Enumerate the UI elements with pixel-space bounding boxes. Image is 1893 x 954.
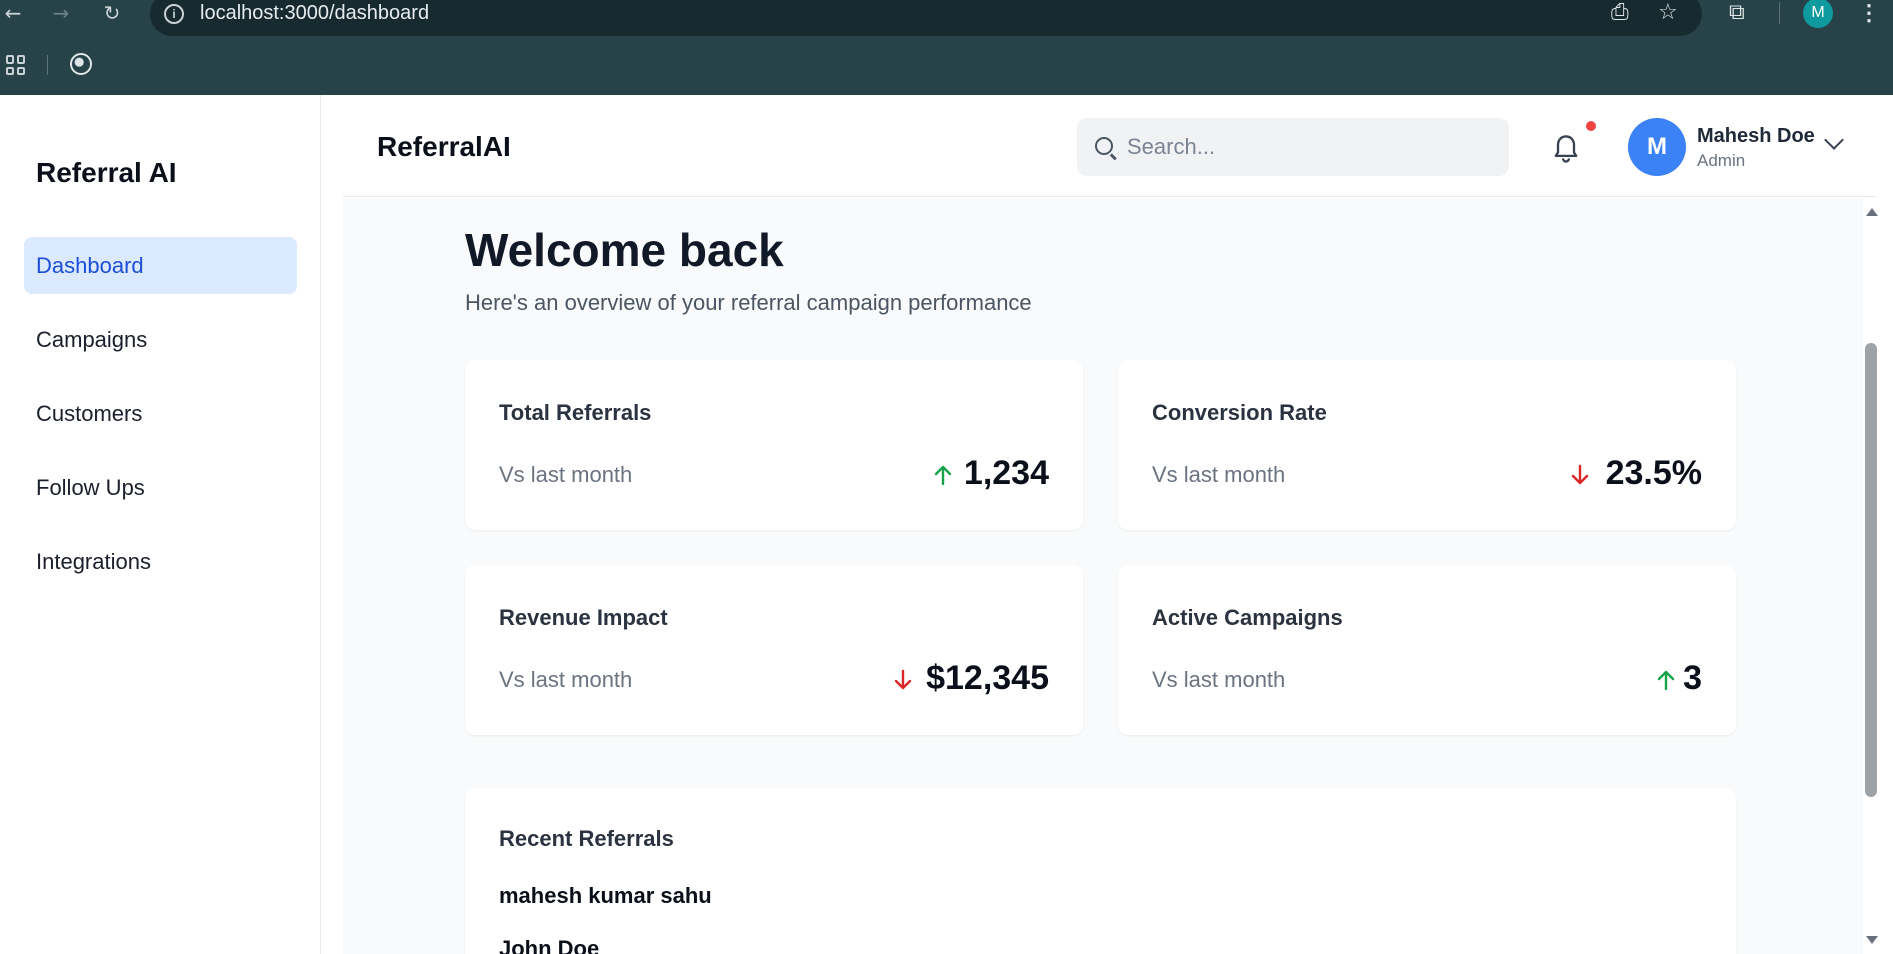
sidebar-brand: Referral AI (36, 157, 177, 188)
stat-comparison: Vs last month (1152, 667, 1286, 692)
notification-dot (1586, 121, 1596, 131)
search-icon (1095, 137, 1113, 155)
user-avatar[interactable]: M (1628, 118, 1686, 176)
recent-referrals-title: Recent Referrals (499, 826, 674, 851)
bookmark-star-icon[interactable]: ☆ (1658, 0, 1678, 25)
stat-value: $12,345 (926, 659, 1049, 697)
stat-comparison: Vs last month (499, 667, 633, 692)
toolbar-divider (1779, 2, 1780, 24)
user-role: Admin (1697, 151, 1746, 170)
trend-down-icon (1571, 464, 1589, 485)
stat-title: Active Campaigns (1152, 605, 1343, 630)
list-item[interactable]: mahesh kumar sahu (499, 883, 712, 909)
stat-card-conversion-rate: Conversion Rate Vs last month 23.5% (1118, 360, 1736, 530)
chevron-down-icon[interactable] (1824, 130, 1844, 150)
search-box[interactable] (1077, 118, 1509, 176)
globe-icon[interactable] (70, 53, 92, 75)
trend-up-icon (1657, 670, 1675, 691)
stat-title: Revenue Impact (499, 605, 668, 630)
app-page: Referral AI Dashboard Campaigns Customer… (0, 95, 1893, 954)
site-info-icon[interactable]: i (164, 4, 184, 24)
list-item[interactable]: John Doe (499, 936, 599, 954)
extensions-icon[interactable]: ⧉ (1729, 0, 1745, 25)
sidebar-item-integrations[interactable]: Integrations (24, 533, 297, 590)
back-icon[interactable]: ← (0, 0, 26, 26)
recent-referrals-card: Recent Referrals mahesh kumar sahu John … (465, 788, 1736, 954)
stat-card-active-campaigns: Active Campaigns Vs last month 3 (1118, 565, 1736, 735)
notification-bell-icon[interactable] (1552, 133, 1580, 165)
trend-down-icon (894, 669, 912, 690)
sidebar-item-campaigns[interactable]: Campaigns (24, 311, 297, 368)
stat-value: 1,234 (963, 454, 1049, 492)
apps-grid-icon[interactable] (6, 55, 26, 75)
stat-card-total-referrals: Total Referrals Vs last month 1,234 (465, 360, 1083, 530)
stat-title: Conversion Rate (1152, 400, 1327, 425)
sidebar-item-dashboard[interactable]: Dashboard (24, 237, 297, 294)
browser-profile-avatar[interactable]: M (1803, 0, 1833, 28)
menu-icon[interactable]: ⋮ (1858, 0, 1880, 26)
trend-up-icon (934, 465, 952, 486)
main-content: Welcome back Here's an overview of your … (343, 198, 1863, 954)
user-name[interactable]: Mahesh Doe (1697, 125, 1815, 148)
stat-value: 23.5% (1605, 454, 1702, 492)
page-subtitle: Here's an overview of your referral camp… (465, 290, 1032, 315)
scroll-down-icon[interactable] (1866, 936, 1878, 944)
stat-comparison: Vs last month (499, 462, 633, 487)
stat-value: 3 (1683, 659, 1702, 697)
sidebar-item-follow-ups[interactable]: Follow Ups (24, 459, 297, 516)
address-bar[interactable]: i localhost:3000/dashboard ⎙ ☆ (150, 0, 1702, 36)
stat-comparison: Vs last month (1152, 462, 1286, 487)
scroll-up-icon[interactable] (1866, 208, 1878, 216)
page-title: Welcome back (465, 224, 784, 276)
content-scrollbar[interactable] (1863, 198, 1893, 954)
forward-icon[interactable]: → (48, 0, 74, 26)
sidebar-item-customers[interactable]: Customers (24, 385, 297, 442)
topbar: ReferralAI M Mahesh Doe Admin (343, 95, 1876, 197)
browser-chrome: ← → ↻ i localhost:3000/dashboard ⎙ ☆ ⧉ M… (0, 0, 1893, 95)
search-input[interactable] (1127, 118, 1497, 176)
sidebar: Referral AI Dashboard Campaigns Customer… (0, 95, 321, 954)
install-app-icon[interactable]: ⎙ (1611, 0, 1629, 25)
stat-title: Total Referrals (499, 400, 652, 425)
bookmark-divider (47, 55, 48, 75)
stat-card-revenue-impact: Revenue Impact Vs last month $12,345 (465, 565, 1083, 735)
scrollbar-thumb[interactable] (1865, 343, 1877, 797)
app-title: ReferralAI (377, 131, 511, 162)
address-url[interactable]: localhost:3000/dashboard (200, 2, 429, 25)
reload-icon[interactable]: ↻ (99, 0, 125, 26)
